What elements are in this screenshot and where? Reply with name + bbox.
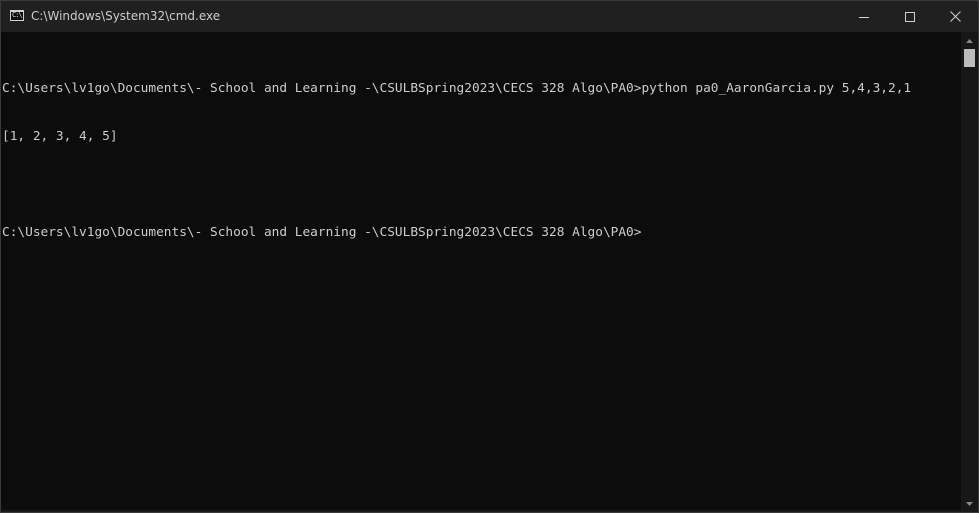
maximize-button[interactable] bbox=[887, 1, 933, 32]
cmd-prompt-icon[interactable]: C:\ bbox=[10, 10, 24, 21]
minimize-button[interactable] bbox=[841, 1, 887, 32]
title-bar[interactable]: C:\ C:\Windows\System32\cmd.exe bbox=[1, 1, 978, 32]
window-title: C:\Windows\System32\cmd.exe bbox=[31, 9, 221, 23]
console-output[interactable]: C:\Users\lv1go\Documents\- School and Le… bbox=[1, 32, 961, 512]
scroll-up-arrow-icon bbox=[966, 38, 973, 43]
close-button[interactable] bbox=[932, 1, 978, 32]
window-bottom-edge bbox=[1, 510, 978, 512]
scroll-up-button[interactable] bbox=[961, 32, 978, 49]
cmd-icon-glyph: C:\ bbox=[12, 11, 23, 19]
console-line-output: [1, 2, 3, 4, 5] bbox=[2, 129, 118, 144]
console-line-prompt: C:\Users\lv1go\Documents\- School and Le… bbox=[2, 225, 642, 240]
cmd-window: C:\ C:\Windows\System32\cmd.exe C:\Users… bbox=[0, 0, 979, 513]
scrollbar-thumb[interactable] bbox=[964, 49, 975, 67]
minimize-icon bbox=[859, 16, 869, 18]
scroll-down-arrow-icon bbox=[966, 501, 973, 506]
close-icon bbox=[949, 11, 961, 22]
maximize-icon bbox=[905, 11, 915, 22]
vertical-scrollbar[interactable] bbox=[961, 32, 978, 512]
console-line-command: C:\Users\lv1go\Documents\- School and Le… bbox=[2, 81, 912, 96]
